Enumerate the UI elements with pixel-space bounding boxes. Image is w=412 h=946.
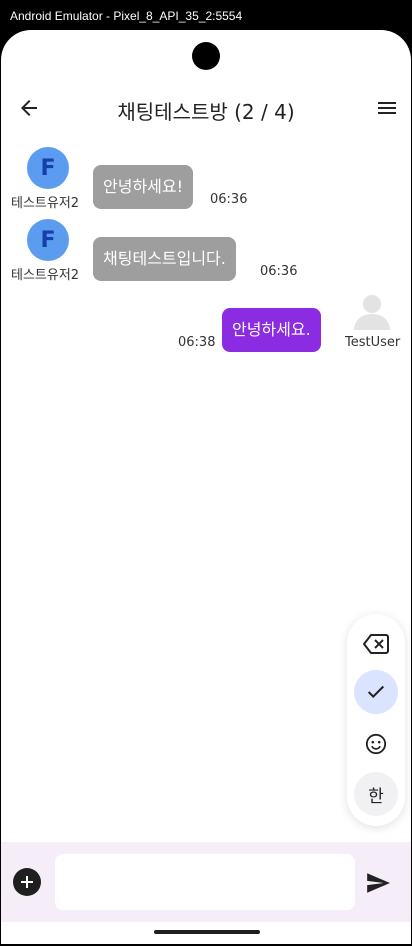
add-attachment-button[interactable] (13, 868, 41, 896)
default-avatar-icon[interactable] (352, 290, 392, 330)
hangul-toggle-button[interactable]: 한 (354, 772, 398, 816)
message-input-bar (1, 842, 411, 922)
emoji-icon (365, 733, 387, 755)
window-title: Android Emulator - Pixel_8_API_35_2:5554 (0, 0, 412, 32)
emoji-button[interactable] (354, 722, 398, 766)
keyboard-toolbar: 한 (347, 614, 405, 826)
sender-name: 테스트유저2 (11, 268, 80, 283)
sender-name: TestUser (345, 335, 401, 350)
check-button[interactable] (354, 670, 398, 714)
message-time: 06:36 (260, 264, 298, 279)
message-bubble[interactable]: 안녕하세요. (222, 308, 321, 352)
avatar[interactable]: F (27, 219, 69, 261)
app-bar: 채팅테스트방 (2 / 4) (1, 88, 411, 132)
add-circle-icon (21, 876, 33, 888)
message-input[interactable] (55, 854, 355, 910)
send-button[interactable] (365, 870, 391, 896)
camera-cutout (192, 42, 220, 70)
message-bubble[interactable]: 안녕하세요! (93, 165, 194, 209)
backspace-button[interactable] (354, 622, 398, 666)
home-indicator[interactable] (154, 930, 260, 934)
backspace-icon (363, 634, 389, 654)
message-time: 06:36 (210, 192, 248, 207)
message-time: 06:38 (178, 335, 216, 350)
avatar[interactable]: F (27, 147, 69, 189)
check-icon (367, 685, 385, 699)
page-title: 채팅테스트방 (2 / 4) (117, 100, 295, 124)
sender-name: 테스트유저2 (11, 196, 80, 211)
phone-screen: 채팅테스트방 (2 / 4) F 테스트유저2 안녕하세요! 06:36 F 테… (1, 30, 411, 944)
menu-button[interactable] (375, 96, 399, 120)
message-bubble[interactable]: 채팅테스트입니다. (93, 237, 236, 281)
send-icon (367, 873, 390, 893)
hamburger-menu-icon (378, 102, 396, 114)
